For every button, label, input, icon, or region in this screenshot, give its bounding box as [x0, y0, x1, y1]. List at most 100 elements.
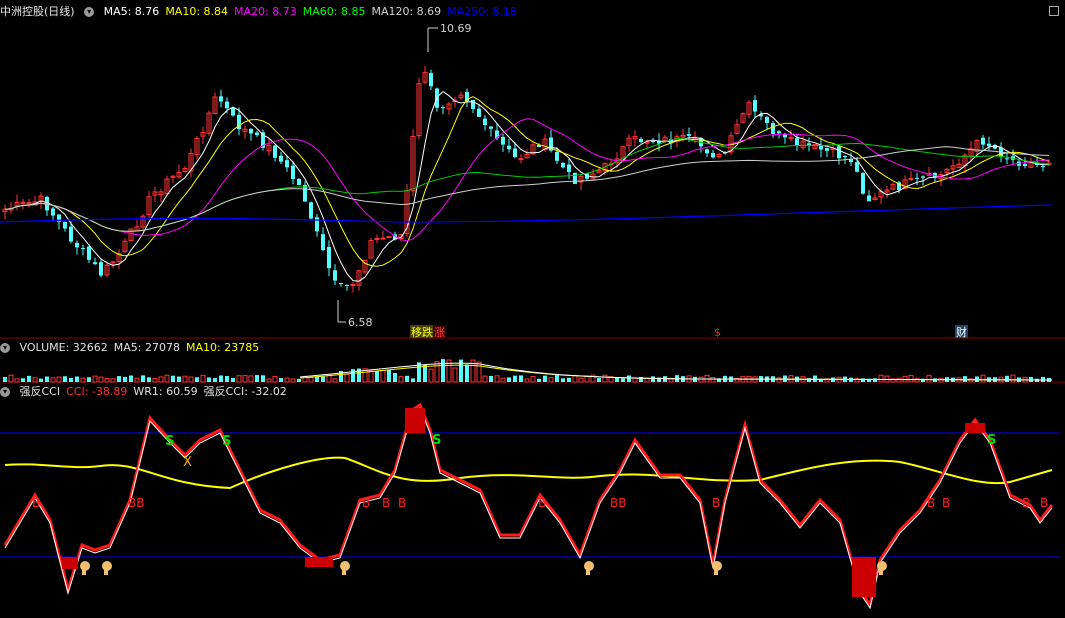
volume-bar: [147, 377, 151, 382]
volume-bar: [80, 377, 86, 383]
volume-bar: [537, 378, 541, 382]
candle-down: [345, 284, 349, 286]
volume-bar: [344, 373, 350, 383]
candle-down: [333, 270, 337, 281]
candle-down: [489, 126, 493, 129]
volume-bar: [621, 378, 625, 382]
volume-bar: [878, 374, 884, 383]
volume-bar: [632, 377, 638, 383]
candle-down: [291, 165, 295, 180]
volume-bar: [896, 377, 902, 383]
candle-down: [87, 246, 91, 260]
candle-up: [374, 238, 380, 241]
volume-bar: [1010, 374, 1016, 383]
candle-down: [75, 242, 79, 248]
candle-down: [777, 131, 781, 134]
candle-down: [321, 234, 325, 250]
volume-bar: [393, 372, 397, 382]
volume-bar: [398, 376, 404, 383]
buy-signal: B: [927, 496, 935, 510]
candle-down: [81, 248, 85, 250]
candle-down: [1041, 166, 1045, 168]
stock-chart[interactable]: 10.696.58移跌涨 $ 财S S S SB B B B B B B B B BBB BBX: [0, 0, 1065, 618]
candle-down: [573, 172, 577, 184]
candle-down: [225, 101, 229, 109]
cci-extreme-block: [62, 557, 78, 569]
candle-down: [309, 202, 313, 219]
candle-up: [386, 236, 392, 239]
candle-up: [908, 177, 914, 180]
volume-bar: [200, 374, 206, 383]
volume-bar: [188, 376, 194, 383]
volume-bar: [1005, 375, 1009, 382]
cci-line: [3, 402, 1054, 609]
volume-bar: [69, 378, 73, 382]
candle-up: [380, 237, 386, 240]
volume-bar: [776, 377, 782, 383]
volume-bar: [290, 378, 296, 383]
volume-bar: [279, 378, 283, 382]
volume-bar: [423, 364, 427, 382]
volume-bar: [465, 364, 469, 382]
candle-down: [285, 160, 289, 168]
candle-down: [771, 123, 775, 134]
volume-bar: [861, 378, 865, 382]
volume-bar: [158, 376, 164, 383]
volume-bar: [507, 377, 511, 382]
buy-signal: B: [712, 496, 720, 510]
volume-bar: [548, 377, 554, 383]
volume-bar: [405, 375, 409, 382]
buy-signal: B: [538, 496, 546, 510]
volume-bar: [8, 374, 14, 383]
volume-bar: [129, 375, 133, 382]
candle-down: [687, 134, 691, 136]
hand-icon: [586, 569, 590, 575]
volume-bar: [75, 376, 79, 382]
hand-icon: [104, 569, 108, 575]
volume-bar: [380, 370, 386, 383]
hand-icon: [342, 569, 346, 575]
volume-bar: [225, 375, 229, 382]
buy-signal-double: BB: [128, 496, 144, 510]
ma5-line: [4, 90, 1050, 282]
volume-bar: [651, 376, 655, 382]
volume-bar: [975, 376, 979, 382]
volume-bar: [873, 378, 877, 382]
volume-bar: [104, 378, 110, 383]
volume-bar: [321, 376, 325, 382]
candle-down: [99, 262, 103, 276]
volume-bar: [644, 377, 650, 383]
candle-down: [753, 100, 757, 112]
sell-signal: S: [987, 433, 996, 448]
volume-bar: [117, 376, 121, 382]
volume-bar: [933, 378, 937, 382]
cci-signal-line: [4, 456, 1053, 490]
candle-down: [867, 195, 871, 202]
candle-down: [981, 137, 985, 145]
volume-bar: [489, 375, 493, 382]
candle-down: [255, 132, 259, 136]
candle-down: [915, 177, 919, 179]
ma20-line: [4, 118, 1050, 242]
candle-up: [350, 284, 356, 287]
candle-up: [110, 261, 116, 264]
volume-bar: [530, 376, 536, 383]
volume-bar: [572, 375, 578, 383]
candle-down: [639, 138, 643, 143]
candle-down: [1023, 163, 1027, 167]
cci-extreme-block: [305, 557, 333, 567]
candle-down: [567, 164, 571, 172]
volume-bar: [561, 378, 565, 382]
volume-bar: [513, 375, 517, 382]
volume-bar: [428, 368, 434, 383]
candle-down: [705, 149, 709, 154]
volume-bar: [213, 378, 217, 382]
hand-icon: [879, 569, 883, 575]
candle-down: [231, 107, 235, 116]
volume-bar: [242, 375, 248, 383]
candle-down: [765, 117, 769, 123]
volume-bar: [27, 375, 31, 382]
event-marker: 移跌: [411, 325, 433, 339]
cci-extreme-block: [965, 423, 985, 433]
volume-bar: [63, 376, 67, 382]
